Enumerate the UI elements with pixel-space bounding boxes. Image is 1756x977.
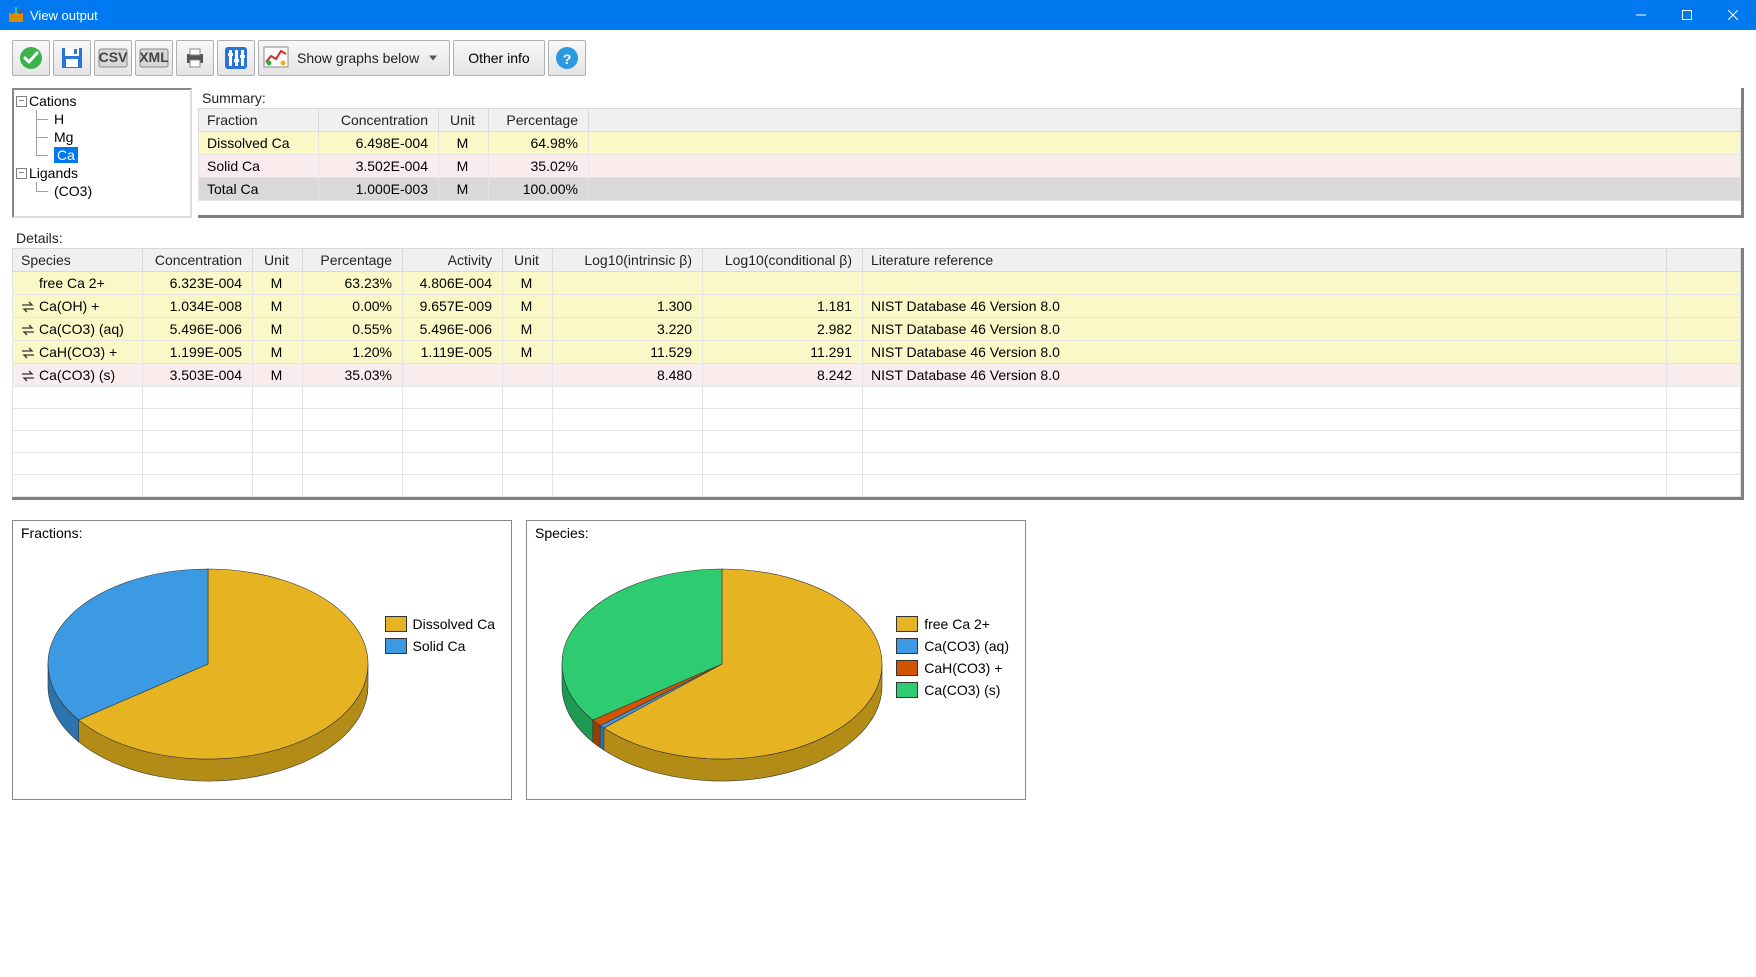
app-icon xyxy=(8,7,24,23)
pie-species xyxy=(557,556,887,791)
details-table: Species Concentration Unit Percentage Ac… xyxy=(12,248,1741,497)
swatch-icon xyxy=(385,638,407,654)
swatch-icon xyxy=(896,638,918,654)
table-row[interactable]: Dissolved Ca6.498E-004M64.98% xyxy=(199,132,1741,155)
table-row xyxy=(13,453,1741,475)
tree-label: (CO3) xyxy=(54,183,92,199)
legend-item: Ca(CO3) (aq) xyxy=(896,638,1009,654)
tree-label: Mg xyxy=(54,129,73,145)
table-row[interactable]: free Ca 2+6.323E-004M63.23%4.806E-004M xyxy=(13,272,1741,295)
col-species[interactable]: Species xyxy=(13,249,143,272)
col-logib[interactable]: Log10(intrinsic β) xyxy=(553,249,703,272)
toolbar: CSV XML Show graphs below Other info ? xyxy=(12,40,1744,76)
export-xml-button[interactable]: XML xyxy=(135,40,173,76)
col-unit[interactable]: Unit xyxy=(439,109,489,132)
col-logcb[interactable]: Log10(conditional β) xyxy=(703,249,863,272)
tree-item-co3[interactable]: (CO3) xyxy=(16,182,188,200)
settings-button[interactable] xyxy=(217,40,255,76)
legend-label: Ca(CO3) (aq) xyxy=(924,638,1009,654)
summary-title: Summary: xyxy=(198,88,1741,108)
table-row[interactable]: Total Ca1.000E-003M100.00% xyxy=(199,178,1741,201)
titlebar: View output xyxy=(0,0,1756,30)
window-controls xyxy=(1618,0,1756,30)
table-row[interactable]: Ca(CO3) (s)3.503E-004M35.03%8.4808.242NI… xyxy=(13,364,1741,387)
legend-item: Ca(CO3) (s) xyxy=(896,682,1009,698)
swatch-icon xyxy=(896,616,918,632)
tree-label: Ca xyxy=(54,147,78,163)
save-button[interactable] xyxy=(53,40,91,76)
swatch-icon xyxy=(896,660,918,676)
summary-table: Fraction Concentration Unit Percentage D… xyxy=(198,108,1741,201)
fractions-chart: Fractions: Dissolved Ca Solid Ca xyxy=(12,520,512,800)
tree-node-cations[interactable]: −Cations xyxy=(16,92,188,110)
table-row xyxy=(13,409,1741,431)
legend-label: CaH(CO3) + xyxy=(924,660,1002,676)
col-spacer xyxy=(589,109,1741,132)
legend-label: Ca(CO3) (s) xyxy=(924,682,1000,698)
summary-panel: Summary: Fraction Concentration Unit Per… xyxy=(198,88,1744,218)
legend-item: CaH(CO3) + xyxy=(896,660,1009,676)
other-info-button[interactable]: Other info xyxy=(453,40,544,76)
table-row[interactable]: Solid Ca3.502E-004M35.02% xyxy=(199,155,1741,178)
tree-item-h[interactable]: H xyxy=(16,110,188,128)
col-ref[interactable]: Literature reference xyxy=(863,249,1667,272)
tree-item-mg[interactable]: Mg xyxy=(16,128,188,146)
tree-label: Cations xyxy=(29,93,76,109)
legend-label: Solid Ca xyxy=(413,638,466,654)
table-row[interactable]: Ca(OH) +1.034E-008M0.00%9.657E-009M1.300… xyxy=(13,295,1741,318)
col-concentration[interactable]: Concentration xyxy=(319,109,439,132)
table-row[interactable]: CaH(CO3) +1.199E-005M1.20%1.119E-005M11.… xyxy=(13,341,1741,364)
legend-item: Dissolved Ca xyxy=(385,616,495,632)
chart-title: Fractions: xyxy=(21,525,82,541)
legend-label: Dissolved Ca xyxy=(413,616,495,632)
svg-text:CSV: CSV xyxy=(99,49,128,65)
collapse-icon[interactable]: − xyxy=(16,96,27,107)
graph-mode-dropdown[interactable]: Show graphs below xyxy=(258,40,450,76)
other-info-label: Other info xyxy=(468,50,529,66)
pie-fractions xyxy=(43,556,373,791)
tree-label: Ligands xyxy=(29,165,78,181)
col-activity[interactable]: Activity xyxy=(403,249,503,272)
legend-item: free Ca 2+ xyxy=(896,616,1009,632)
legend-fractions: Dissolved Ca Solid Ca xyxy=(385,616,495,654)
svg-text:?: ? xyxy=(562,51,571,67)
close-button[interactable] xyxy=(1710,0,1756,30)
col-unit[interactable]: Unit xyxy=(253,249,303,272)
table-row[interactable]: Ca(CO3) (aq)5.496E-006M0.55%5.496E-006M3… xyxy=(13,318,1741,341)
col-fraction[interactable]: Fraction xyxy=(199,109,319,132)
print-button[interactable] xyxy=(176,40,214,76)
legend-item: Solid Ca xyxy=(385,638,495,654)
maximize-button[interactable] xyxy=(1664,0,1710,30)
tree-node-ligands[interactable]: −Ligands xyxy=(16,164,188,182)
col-spacer xyxy=(1667,249,1741,272)
details-title: Details: xyxy=(12,228,1744,248)
tree-item-ca[interactable]: Ca xyxy=(16,146,188,164)
chart-title: Species: xyxy=(535,525,589,541)
graph-mode-value: Show graphs below xyxy=(295,50,441,66)
tree-panel[interactable]: −Cations H Mg Ca −Ligands (CO3) xyxy=(12,88,192,218)
swatch-icon xyxy=(896,682,918,698)
col-percentage[interactable]: Percentage xyxy=(489,109,589,132)
collapse-icon[interactable]: − xyxy=(16,168,27,179)
export-csv-button[interactable]: CSV xyxy=(94,40,132,76)
col-pct[interactable]: Percentage xyxy=(303,249,403,272)
col-conc[interactable]: Concentration xyxy=(143,249,253,272)
legend-label: free Ca 2+ xyxy=(924,616,990,632)
table-row xyxy=(13,431,1741,453)
ok-button[interactable] xyxy=(12,40,50,76)
tree-label: H xyxy=(54,111,64,127)
help-button[interactable]: ? xyxy=(548,40,586,76)
legend-species: free Ca 2+ Ca(CO3) (aq) CaH(CO3) + Ca(CO… xyxy=(896,616,1009,698)
col-unit2[interactable]: Unit xyxy=(503,249,553,272)
swatch-icon xyxy=(385,616,407,632)
species-chart: Species: free Ca 2+ Ca(CO3) (aq) CaH(CO3… xyxy=(526,520,1026,800)
minimize-button[interactable] xyxy=(1618,0,1664,30)
table-row xyxy=(13,475,1741,497)
svg-text:XML: XML xyxy=(139,49,169,65)
graph-icon xyxy=(263,46,289,71)
window-title: View output xyxy=(30,8,1618,23)
table-row xyxy=(13,387,1741,409)
